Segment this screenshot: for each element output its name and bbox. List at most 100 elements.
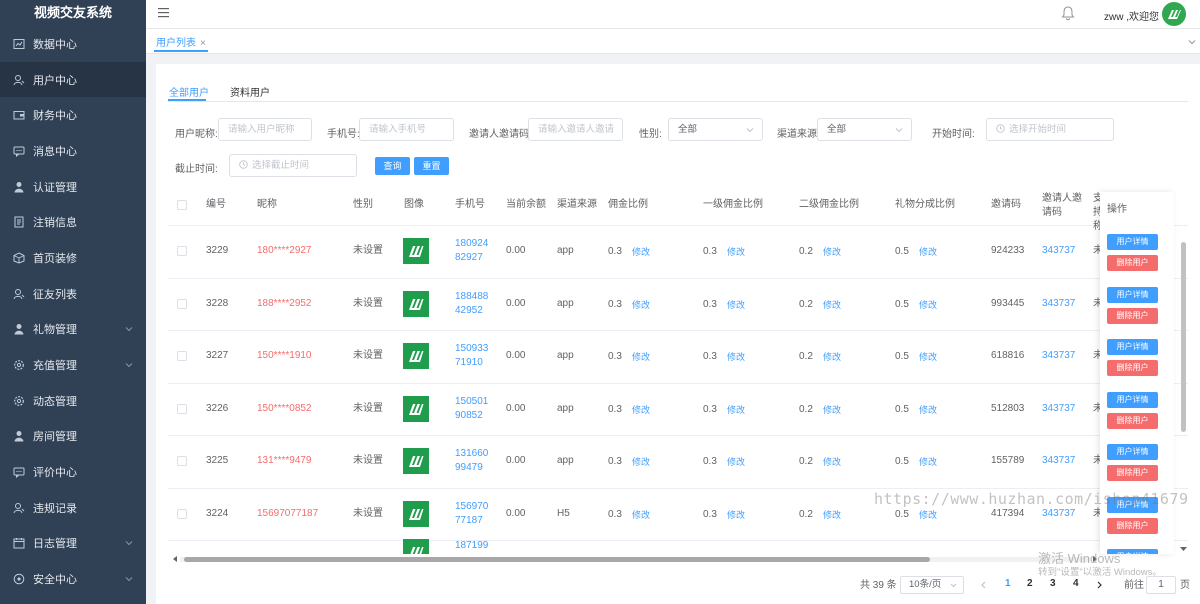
edit-link[interactable]: 修改 bbox=[823, 245, 841, 259]
avatar-thumbnail[interactable] bbox=[403, 448, 429, 474]
arrow-left-icon[interactable] bbox=[172, 556, 178, 562]
sidebar-item[interactable]: 违规记录 bbox=[0, 490, 146, 526]
cell-nickname[interactable]: 15697077187 bbox=[257, 507, 318, 521]
cell-inviter[interactable]: 343737 bbox=[1042, 244, 1075, 258]
tab-user-list[interactable]: 用户列表 × bbox=[154, 34, 208, 52]
page-1[interactable]: 1 bbox=[1005, 578, 1011, 589]
horizontal-scrollbar[interactable] bbox=[170, 554, 1100, 564]
goto-page-input[interactable]: 1 bbox=[1146, 576, 1176, 594]
sidebar-item[interactable]: 财务中心 bbox=[0, 97, 146, 133]
edit-link[interactable]: 修改 bbox=[727, 403, 745, 417]
cell-phone[interactable]: 15697077187 bbox=[455, 500, 493, 528]
sidebar-item[interactable]: 注销信息 bbox=[0, 204, 146, 240]
query-button[interactable]: 查询 bbox=[375, 157, 410, 175]
next-page-icon[interactable] bbox=[1096, 581, 1103, 589]
cell-nickname[interactable]: 131****9479 bbox=[257, 454, 312, 468]
nickname-input[interactable]: 请输入用户昵称 bbox=[218, 118, 312, 141]
page-size-select[interactable]: 10条/页 bbox=[900, 576, 964, 594]
edit-link[interactable]: 修改 bbox=[727, 508, 745, 522]
edit-link[interactable]: 修改 bbox=[823, 455, 841, 469]
row-checkbox[interactable] bbox=[177, 351, 187, 361]
edit-link[interactable]: 修改 bbox=[823, 350, 841, 364]
row-checkbox[interactable] bbox=[177, 246, 187, 256]
page-4[interactable]: 4 bbox=[1073, 578, 1079, 589]
cell-phone[interactable]: 18848842952 bbox=[455, 290, 493, 318]
delete-user-button[interactable]: 删除用户 bbox=[1107, 465, 1158, 481]
phone-input[interactable]: 请输入手机号 bbox=[359, 118, 454, 141]
edit-link[interactable]: 修改 bbox=[632, 350, 650, 364]
edit-link[interactable]: 修改 bbox=[727, 455, 745, 469]
row-checkbox[interactable] bbox=[177, 508, 187, 519]
edit-link[interactable]: 修改 bbox=[919, 455, 937, 469]
subtab-profile-users[interactable]: 资料用户 bbox=[230, 84, 270, 99]
edit-link[interactable]: 修改 bbox=[727, 350, 745, 364]
delete-user-button[interactable]: 删除用户 bbox=[1107, 307, 1158, 324]
sidebar-item[interactable]: 消息中心 bbox=[0, 133, 146, 169]
cell-phone[interactable]: 15093371910 bbox=[455, 342, 493, 370]
user-detail-button[interactable]: 用户详情 bbox=[1107, 234, 1158, 250]
subtab-all-users[interactable]: 全部用户 bbox=[169, 84, 209, 99]
hamburger-icon[interactable] bbox=[158, 7, 169, 18]
sidebar-item[interactable]: 动态管理 bbox=[0, 383, 146, 419]
sidebar-item[interactable]: 日志管理 bbox=[0, 526, 146, 562]
edit-link[interactable]: 修改 bbox=[823, 403, 841, 417]
row-checkbox[interactable] bbox=[177, 298, 187, 309]
sidebar-item[interactable]: 安全中心 bbox=[0, 561, 146, 597]
edit-link[interactable]: 修改 bbox=[632, 403, 650, 417]
vertical-scroll-thumb[interactable] bbox=[1181, 242, 1186, 432]
sidebar-item[interactable]: 房间管理 bbox=[0, 419, 146, 455]
cell-phone[interactable]: 1871993 bbox=[455, 539, 493, 554]
avatar-thumbnail[interactable] bbox=[403, 500, 429, 527]
edit-link[interactable]: 修改 bbox=[727, 245, 745, 259]
cell-nickname[interactable]: 150****1910 bbox=[257, 349, 312, 363]
delete-user-button[interactable]: 删除用户 bbox=[1107, 360, 1158, 376]
delete-user-button[interactable]: 删除用户 bbox=[1107, 517, 1158, 534]
delete-user-button[interactable]: 删除用户 bbox=[1107, 412, 1158, 429]
user-detail-button[interactable]: 用户详情 bbox=[1107, 391, 1158, 408]
prev-page-icon[interactable] bbox=[980, 581, 987, 589]
sidebar-item[interactable]: 礼物管理 bbox=[0, 312, 146, 348]
delete-user-button[interactable]: 删除用户 bbox=[1107, 255, 1158, 271]
edit-link[interactable]: 修改 bbox=[632, 455, 650, 469]
edit-link[interactable]: 修改 bbox=[919, 508, 937, 522]
avatar[interactable] bbox=[1162, 2, 1186, 26]
cell-phone[interactable]: 15050190852 bbox=[455, 395, 493, 423]
invite-code-input[interactable]: 请输入邀请人邀请 bbox=[528, 118, 623, 141]
cell-nickname[interactable]: 150****0852 bbox=[257, 402, 312, 416]
avatar-thumbnail[interactable] bbox=[403, 539, 429, 554]
sidebar-item[interactable]: 评价中心 bbox=[0, 454, 146, 490]
edit-link[interactable]: 修改 bbox=[727, 298, 745, 312]
row-checkbox[interactable] bbox=[177, 456, 187, 466]
cell-nickname[interactable]: 188****2952 bbox=[257, 297, 312, 311]
sidebar-item[interactable]: 用户中心 bbox=[0, 61, 146, 98]
end-time-picker[interactable]: 选择截止时间 bbox=[229, 154, 357, 177]
sidebar-item[interactable]: 征友列表 bbox=[0, 276, 146, 312]
user-detail-button[interactable]: 用户详情 bbox=[1107, 339, 1158, 355]
edit-link[interactable]: 修改 bbox=[919, 350, 937, 364]
avatar-thumbnail[interactable] bbox=[403, 343, 429, 369]
cell-inviter[interactable]: 343737 bbox=[1042, 454, 1075, 468]
edit-link[interactable]: 修改 bbox=[919, 403, 937, 417]
user-detail-button[interactable]: 用户详情 bbox=[1107, 444, 1158, 460]
edit-link[interactable]: 修改 bbox=[919, 298, 937, 312]
edit-link[interactable]: 修改 bbox=[632, 508, 650, 522]
avatar-thumbnail[interactable] bbox=[403, 290, 429, 317]
vertical-scrollbar[interactable] bbox=[1180, 240, 1188, 556]
cell-phone[interactable]: 13166099479 bbox=[455, 447, 493, 475]
user-detail-button[interactable]: 用户详情 bbox=[1107, 286, 1158, 303]
select-all-checkbox[interactable] bbox=[177, 200, 187, 210]
edit-link[interactable]: 修改 bbox=[919, 245, 937, 259]
channel-select[interactable]: 全部 bbox=[817, 118, 912, 141]
row-checkbox[interactable] bbox=[177, 403, 187, 414]
sidebar-item[interactable]: 数据中心 bbox=[0, 26, 146, 62]
cell-phone[interactable]: 18092482927 bbox=[455, 237, 493, 265]
sidebar-item[interactable]: 首页装修 bbox=[0, 240, 146, 276]
edit-link[interactable]: 修改 bbox=[632, 245, 650, 259]
reset-button[interactable]: 重置 bbox=[414, 157, 449, 175]
sidebar-item[interactable]: 充值管理 bbox=[0, 347, 146, 383]
start-time-picker[interactable]: 选择开始时间 bbox=[986, 118, 1114, 141]
scroll-thumb[interactable] bbox=[184, 557, 930, 562]
cell-nickname[interactable]: 180****2927 bbox=[257, 244, 312, 258]
edit-link[interactable]: 修改 bbox=[632, 298, 650, 312]
gender-select[interactable]: 全部 bbox=[668, 118, 763, 141]
